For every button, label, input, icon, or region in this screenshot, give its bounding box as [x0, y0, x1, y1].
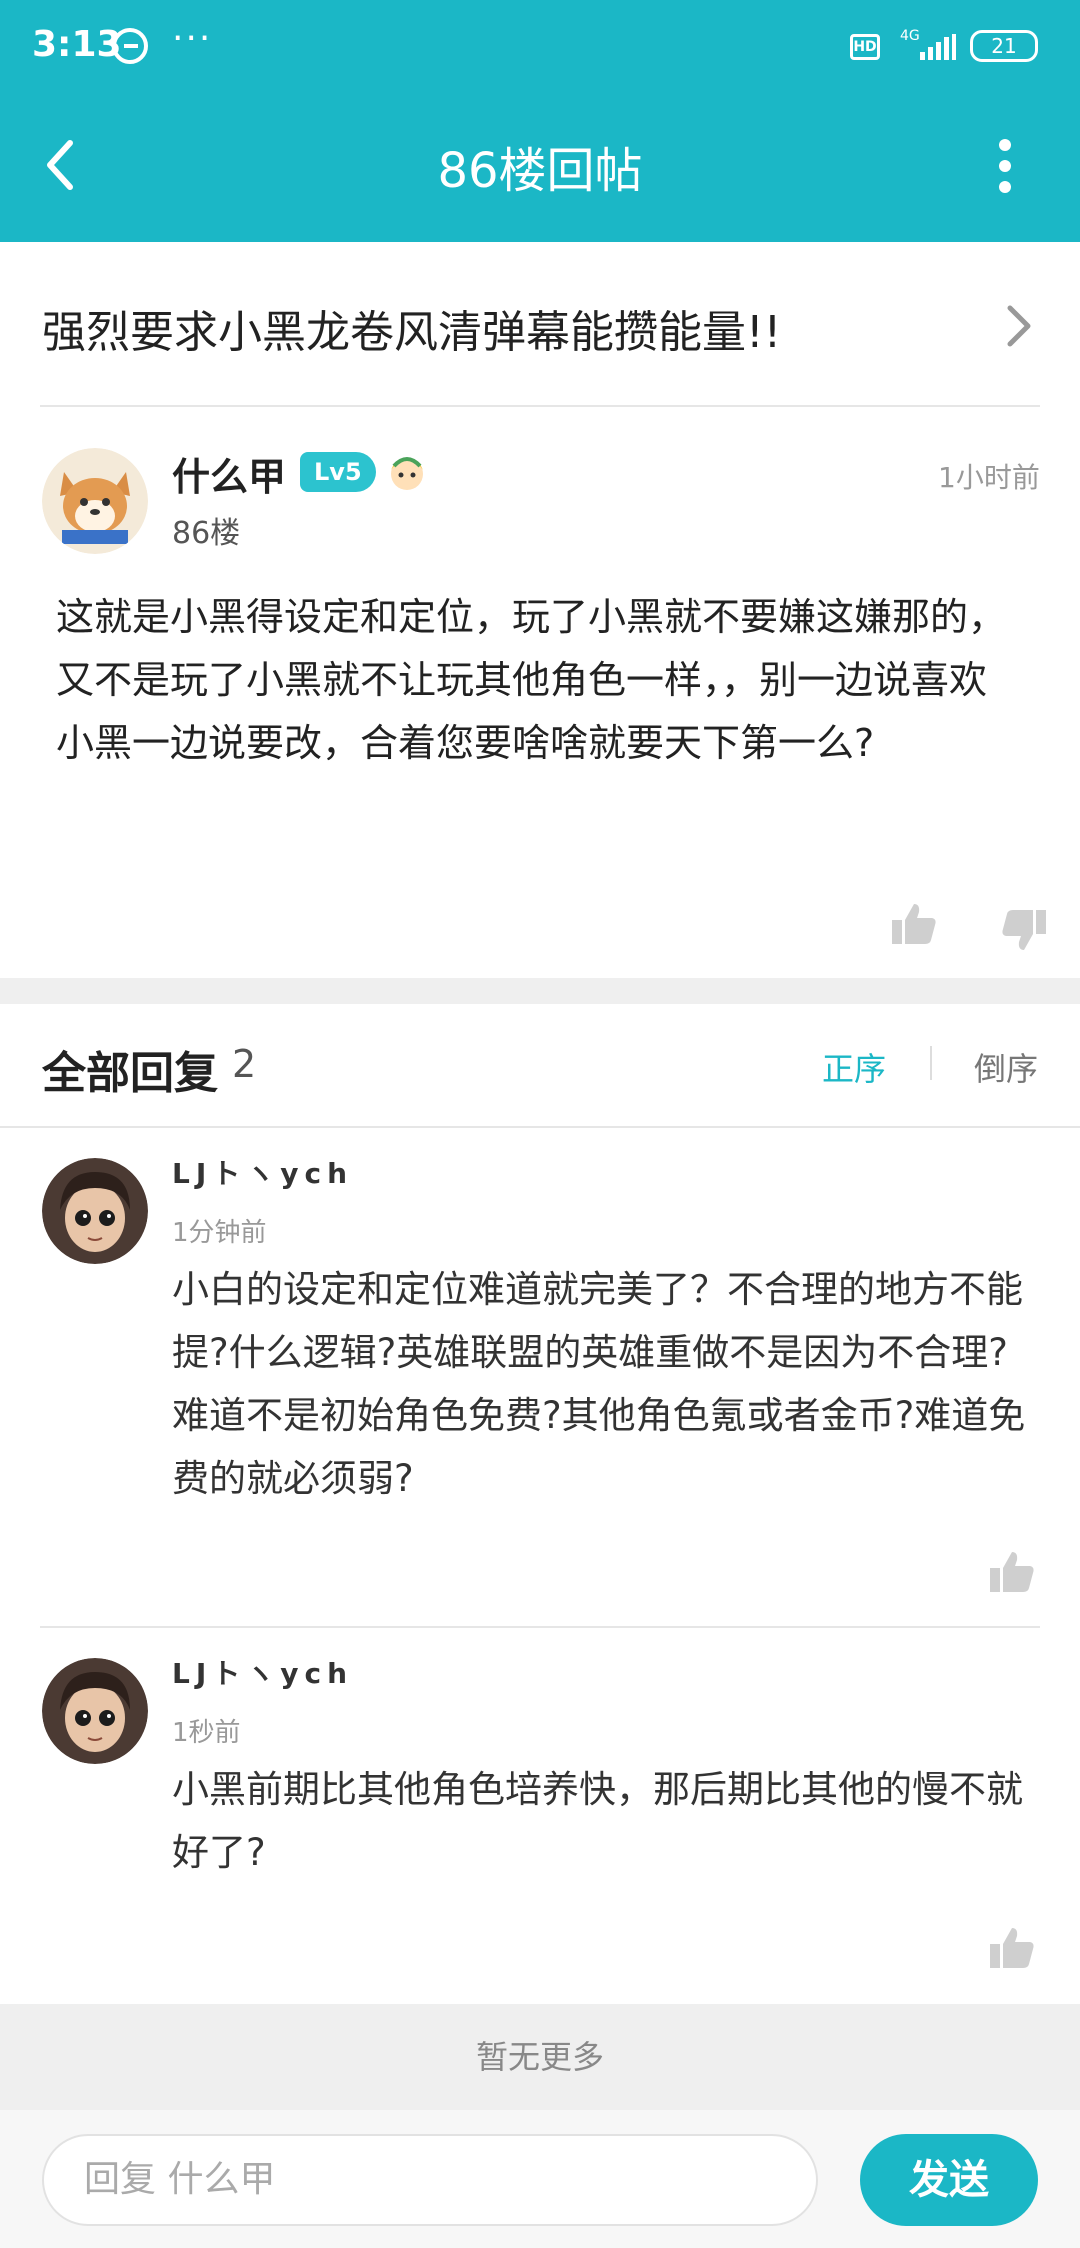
status-time: 3:13: [32, 24, 122, 65]
section-gap: [0, 978, 1080, 1004]
divider: [40, 405, 1040, 407]
thumbs-down-icon[interactable]: [1000, 906, 1048, 954]
battery-icon: 21: [970, 30, 1038, 62]
divider: [0, 1126, 1080, 1128]
avatar[interactable]: [42, 448, 148, 554]
post-author-name[interactable]: 什么甲: [172, 446, 286, 501]
reply-content: 小黑前期比其他角色培养快，那后期比其他的慢不就好了?: [172, 1768, 1023, 1874]
top-bar: 3:13 ··· HD 4G 21 86楼回帖: [0, 0, 1080, 242]
reply-time: 1秒前: [172, 1718, 241, 1748]
network-type: 4G: [900, 28, 920, 44]
sort-ascending-button[interactable]: 正序: [822, 1044, 886, 1090]
no-more-label: 暂无更多: [0, 2004, 1080, 2110]
thumbs-up-icon[interactable]: [988, 1548, 1036, 1596]
app-notification-icon: [112, 28, 148, 64]
reply-content: 小白的设定和定位难道就完美了？不合理的地方不能提?什么逻辑?英雄联盟的英雄重做不…: [172, 1268, 1026, 1500]
post-time: 1小时前: [938, 461, 1040, 494]
divider: [40, 1626, 1040, 1628]
avatar[interactable]: [42, 1658, 148, 1764]
reply-bar: 回复 什么甲 发送: [0, 2110, 1080, 2248]
post-content: 这就是小黑得设定和定位，玩了小黑就不要嫌这嫌那的，又不是玩了小黑就不让玩其他角色…: [56, 595, 1007, 765]
page-title: 86楼回帖: [437, 143, 643, 199]
chevron-right-icon: [1007, 305, 1031, 347]
character-badge-icon: [391, 457, 423, 490]
hd-icon: HD: [850, 34, 880, 60]
status-bar: 3:13 ··· HD 4G 21: [0, 0, 1080, 95]
thread-topic-link[interactable]: 强烈要求小黑龙卷风清弹幕能攒能量!!: [0, 242, 1080, 407]
replies-count: 2: [232, 1042, 257, 1086]
thread-topic-title: 强烈要求小黑龙卷风清弹幕能攒能量!!: [42, 307, 782, 358]
send-button[interactable]: 发送: [860, 2134, 1038, 2226]
signal-icon: [920, 34, 956, 60]
status-more-dots: ···: [172, 18, 213, 59]
reply-time: 1分钟前: [172, 1218, 267, 1248]
thumbs-up-icon[interactable]: [988, 1924, 1036, 1972]
thumbs-up-icon[interactable]: [890, 900, 938, 948]
reply-input[interactable]: 回复 什么甲: [42, 2134, 818, 2226]
level-badge: Lv5: [300, 452, 376, 492]
vertical-dots-icon[interactable]: [990, 135, 1020, 195]
reply-author-name[interactable]: LJトヽych: [172, 1152, 353, 1192]
sort-descending-button[interactable]: 倒序: [974, 1044, 1038, 1090]
floor-number: 86楼: [172, 516, 241, 551]
app-header: 86楼回帖: [0, 95, 1080, 242]
sort-divider: [930, 1046, 932, 1080]
avatar[interactable]: [42, 1158, 148, 1264]
reply-author-name[interactable]: LJトヽych: [172, 1652, 353, 1692]
replies-title: 全部回复: [42, 1048, 218, 1099]
